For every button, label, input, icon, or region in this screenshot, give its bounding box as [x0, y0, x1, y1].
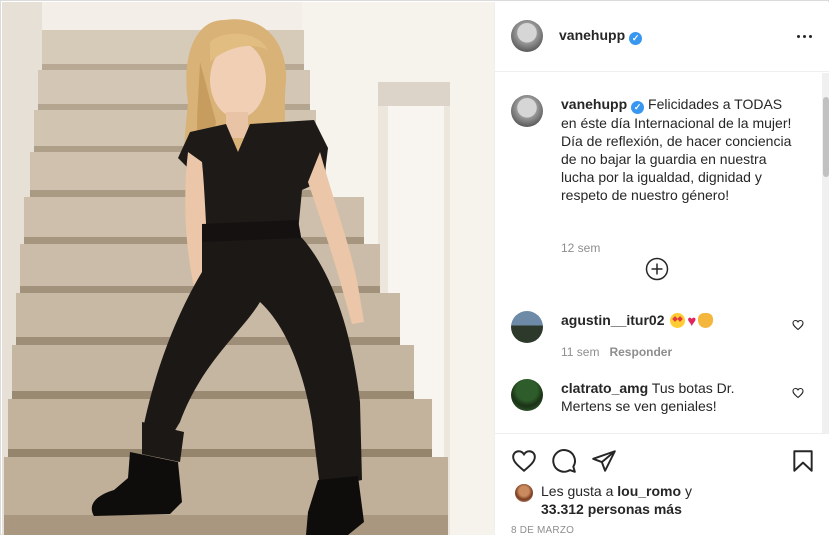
post-photo[interactable] [2, 2, 494, 535]
liker-username[interactable]: lou_romo [617, 483, 681, 499]
comments-scroll-area[interactable]: vanehupp ✓ Felicidades a TODAS en éste dí… [495, 73, 829, 433]
post-header: vanehupp ✓ [495, 2, 829, 72]
comment-like-heart-icon[interactable] [792, 387, 804, 399]
post-actions: Les gusta a lou_romo y 33.312 personas m… [495, 433, 829, 535]
caption-body: vanehupp ✓ Felicidades a TODAS en éste dí… [561, 95, 801, 204]
likes-count-link[interactable]: 33.312 personas más [541, 501, 682, 517]
comments-scrollbar-thumb[interactable] [823, 97, 829, 177]
commenter-avatar[interactable] [511, 379, 543, 411]
instagram-post-modal: vanehupp ✓ vanehupp ✓ Felicidades a TODAS … [0, 0, 829, 535]
star-struck-emoji-icon [670, 313, 686, 328]
likes-count[interactable]: 33.312 [541, 501, 584, 517]
caption-username[interactable]: vanehupp [561, 96, 627, 112]
like-heart-icon[interactable] [511, 448, 537, 474]
author-username-text[interactable]: vanehupp [559, 27, 625, 43]
caption-author-avatar[interactable] [511, 95, 543, 127]
comment-bubble-icon[interactable] [551, 448, 577, 474]
author-username[interactable]: vanehupp ✓ [559, 27, 643, 45]
share-paper-plane-icon[interactable] [591, 448, 617, 474]
more-options-icon[interactable] [796, 28, 814, 44]
likes-prefix: Les gusta a [541, 483, 614, 499]
verified-badge-icon: ✓ [629, 32, 643, 45]
likes-text: Les gusta a lou_romo y 33.312 personas m… [541, 482, 801, 518]
likes-conjunction: y [684, 483, 692, 499]
caption-text: Felicidades a TODAS en éste día Internac… [561, 96, 792, 203]
likes-suffix[interactable]: personas más [588, 501, 682, 517]
reply-button[interactable]: Responder [609, 345, 672, 359]
comment-timestamp[interactable]: 11 sem [561, 345, 599, 359]
liker-avatar[interactable] [515, 484, 533, 502]
author-avatar[interactable] [511, 20, 543, 52]
comment-meta: 11 sem Responder [561, 345, 672, 359]
caption-verified-badge-icon: ✓ [631, 101, 645, 114]
save-bookmark-icon[interactable] [790, 448, 816, 474]
post-image-illustration [2, 2, 494, 535]
post-side-panel: vanehupp ✓ vanehupp ✓ Felicidades a TODAS … [494, 2, 829, 535]
comment-body: clatrato_amg Tus botas Dr. Mertens se ve… [561, 379, 776, 415]
post-date[interactable]: 8 DE MARZO [511, 525, 574, 535]
commenter-username[interactable]: agustin__itur02 [561, 312, 664, 328]
caption-timestamp[interactable]: 12 sem [561, 241, 600, 255]
load-more-comments-icon[interactable] [645, 257, 669, 281]
commenter-avatar[interactable] [511, 311, 543, 343]
comment-body: agustin__itur02 ♥ [561, 311, 776, 331]
clapping-hands-emoji-icon [698, 313, 714, 328]
comments-scrollbar[interactable] [822, 73, 829, 433]
comment-like-heart-icon[interactable] [792, 319, 804, 331]
commenter-username[interactable]: clatrato_amg [561, 380, 648, 396]
red-heart-emoji-icon: ♥ [687, 313, 697, 330]
